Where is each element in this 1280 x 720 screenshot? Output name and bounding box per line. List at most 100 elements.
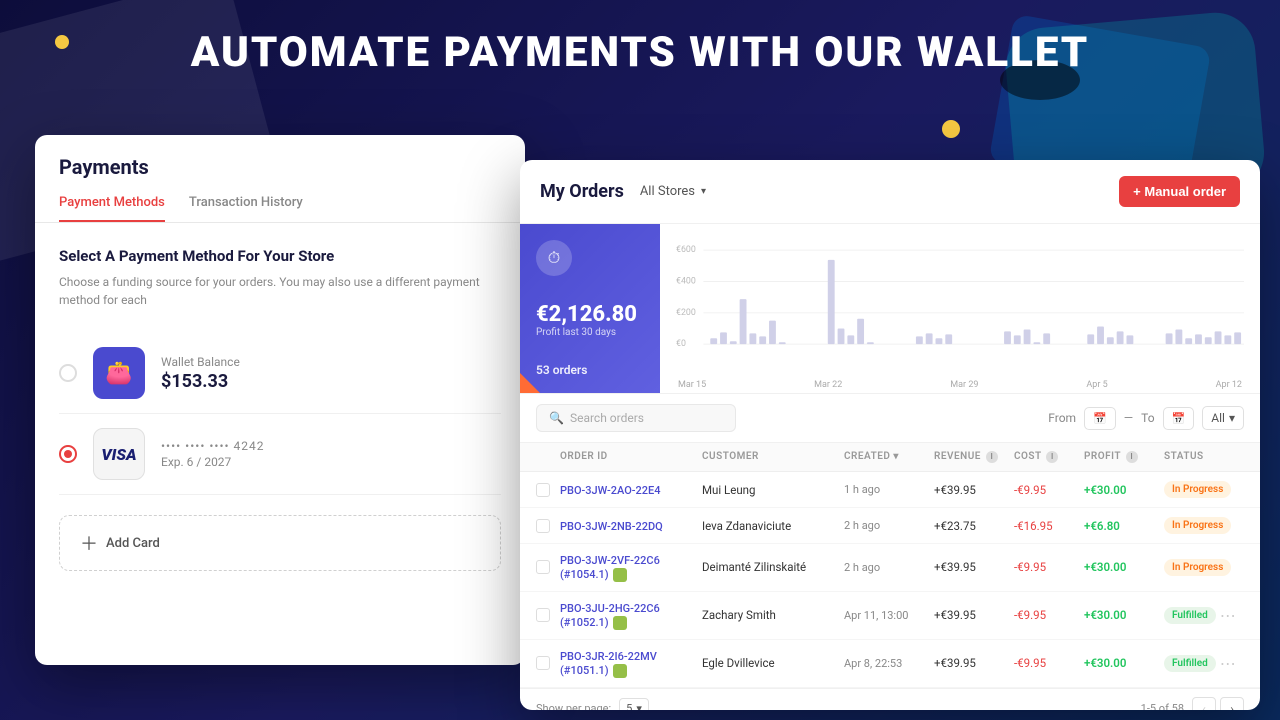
calendar-icon-2: 📅: [1172, 412, 1186, 425]
status-filter-value: All: [1211, 411, 1225, 425]
chart-label-apr12: Apr 12: [1216, 380, 1242, 390]
per-page-value: 5: [626, 702, 632, 710]
tab-transaction-history[interactable]: Transaction History: [189, 195, 303, 222]
order-id-link[interactable]: PBO-3JW-2NB-22DQ: [560, 520, 663, 533]
row-checkbox[interactable]: [536, 560, 550, 574]
col-created[interactable]: CREATED ▾: [844, 451, 934, 463]
profit-value: +€30.00: [1084, 656, 1164, 670]
add-card-label: Add Card: [106, 536, 160, 551]
created-time: Apr 8, 22:53: [844, 657, 934, 670]
created-time: 1 h ago: [844, 483, 934, 496]
status-badge: In Progress: [1164, 559, 1231, 576]
status-badge: Fulfilled: [1164, 607, 1216, 624]
revenue-chart: €600 €400 €200 €0: [676, 234, 1244, 374]
col-customer[interactable]: CUSTOMER: [702, 451, 844, 463]
customer-name: Ieva Zdanaviciute: [702, 519, 844, 533]
date-from-input[interactable]: 📅: [1084, 407, 1116, 430]
order-id-link[interactable]: PBO-3JW-2VF-22C6 (#1054.1): [560, 554, 660, 581]
profit-value: +€30.00: [1084, 608, 1164, 622]
section-desc: Choose a funding source for your orders.…: [59, 273, 501, 309]
status-filter-select[interactable]: All ▾: [1202, 406, 1244, 430]
row-menu[interactable]: ⋯: [1220, 654, 1236, 673]
order-id-link[interactable]: PBO-3JU-2HG-22C6 (#1052.1): [560, 602, 660, 629]
cost-value: -€9.95: [1014, 608, 1084, 622]
calendar-icon: 📅: [1093, 412, 1107, 425]
chart-label-apr5: Apr 5: [1086, 380, 1107, 390]
wallet-info: Wallet Balance $153.33: [161, 355, 501, 392]
plus-icon: ＋: [80, 530, 98, 556]
shopify-icon: [613, 616, 627, 630]
wallet-radio[interactable]: [59, 364, 77, 382]
svg-text:€600: €600: [676, 245, 696, 255]
wallet-icon: 👛: [93, 347, 145, 399]
table-body: PBO-3JW-2AO-22E4 Mui Leung 1 h ago +€39.…: [520, 472, 1260, 688]
page-info: 1-5 of 58: [1141, 702, 1184, 710]
col-revenue[interactable]: REVENUE i: [934, 451, 1014, 463]
created-time: 2 h ago: [844, 519, 934, 532]
per-page-label: Show per page:: [536, 702, 611, 710]
profit-card: ⏱ €2,126.80 Profit last 30 days 53 order…: [520, 224, 660, 393]
wallet-method-item[interactable]: 👛 Wallet Balance $153.33: [59, 333, 501, 414]
section-title: Select A Payment Method For Your Store: [59, 247, 501, 265]
cost-value: -€9.95: [1014, 483, 1084, 497]
order-id-link[interactable]: PBO-3JR-2I6-22MV (#1051.1): [560, 650, 657, 677]
card-info: •••• •••• •••• 4242 Exp. 6 / 2027: [161, 439, 501, 469]
chart-area: €600 €400 €200 €0: [660, 224, 1260, 393]
table-row: PBO-3JR-2I6-22MV (#1051.1) Egle Dvillevi…: [520, 640, 1260, 688]
row-menu[interactable]: ⋯: [1220, 606, 1236, 625]
row-checkbox[interactable]: [536, 519, 550, 533]
table-row: PBO-3JU-2HG-22C6 (#1052.1) Zachary Smith…: [520, 592, 1260, 640]
orders-panel: My Orders All Stores ▾ + Manual order ⏱ …: [520, 160, 1260, 710]
page-navigation: ‹ ›: [1192, 697, 1244, 710]
card-radio[interactable]: [59, 445, 77, 463]
filter-group: From 📅 — To 📅 All ▾: [1048, 406, 1244, 430]
col-cost[interactable]: COST i: [1014, 451, 1084, 463]
col-profit[interactable]: PROFIT i: [1084, 451, 1164, 463]
per-page-select[interactable]: 5 ▾: [619, 698, 649, 710]
cost-value: -€9.95: [1014, 656, 1084, 670]
payments-header: Payments: [35, 135, 525, 179]
card-number: •••• •••• •••• 4242: [161, 439, 501, 453]
customer-name: Deimanté Zilinskaité: [702, 560, 844, 574]
created-time: 2 h ago: [844, 561, 934, 574]
card-method-item[interactable]: VISA •••• •••• •••• 4242 Exp. 6 / 2027: [59, 414, 501, 495]
profit-value: +€6.80: [1084, 519, 1164, 533]
cost-value: -€9.95: [1014, 560, 1084, 574]
search-icon: 🔍: [549, 411, 564, 425]
revenue-value: +€39.95: [934, 560, 1014, 574]
order-id-link[interactable]: PBO-3JW-2AO-22E4: [560, 484, 661, 497]
row-checkbox[interactable]: [536, 656, 550, 670]
chart-x-labels: Mar 15 Mar 22 Mar 29 Apr 5 Apr 12: [676, 380, 1244, 390]
chart-label-mar15: Mar 15: [678, 380, 706, 390]
stats-row: ⏱ €2,126.80 Profit last 30 days 53 order…: [520, 224, 1260, 394]
row-checkbox[interactable]: [536, 483, 550, 497]
next-page-button[interactable]: ›: [1220, 697, 1244, 710]
table-row: PBO-3JW-2AO-22E4 Mui Leung 1 h ago +€39.…: [520, 472, 1260, 508]
table-header: ORDER ID CUSTOMER CREATED ▾ REVENUE i CO…: [520, 443, 1260, 472]
payments-panel: Payments Payment Methods Transaction His…: [35, 135, 525, 665]
manual-order-button[interactable]: + Manual order: [1119, 176, 1240, 207]
row-checkbox[interactable]: [536, 608, 550, 622]
tab-payment-methods[interactable]: Payment Methods: [59, 195, 165, 222]
triangle-decoration: [520, 373, 540, 393]
payments-body: Select A Payment Method For Your Store C…: [35, 223, 525, 595]
visa-icon: VISA: [93, 428, 145, 480]
search-filter-row: 🔍 Search orders From 📅 — To 📅 All ▾: [520, 394, 1260, 443]
profit-value: +€30.00: [1084, 483, 1164, 497]
revenue-value: +€39.95: [934, 608, 1014, 622]
col-order-id[interactable]: ORDER ID: [560, 451, 702, 463]
chevron-down-icon: ▾: [701, 186, 706, 197]
orders-header: My Orders All Stores ▾ + Manual order: [520, 160, 1260, 224]
col-status[interactable]: STATUS: [1164, 451, 1244, 463]
search-box[interactable]: 🔍 Search orders: [536, 404, 736, 432]
visa-logo: VISA: [101, 445, 136, 464]
prev-page-button[interactable]: ‹: [1192, 697, 1216, 710]
card-expiry: Exp. 6 / 2027: [161, 455, 501, 469]
store-selector[interactable]: All Stores ▾: [640, 184, 706, 199]
table-row: PBO-3JW-2VF-22C6 (#1054.1) Deimanté Zili…: [520, 544, 1260, 592]
customer-name: Mui Leung: [702, 483, 844, 497]
search-input[interactable]: Search orders: [570, 411, 644, 425]
date-to-input[interactable]: 📅: [1163, 407, 1195, 430]
pagination-row: Show per page: 5 ▾ 1-5 of 58 ‹ ›: [520, 688, 1260, 710]
add-card-button[interactable]: ＋ Add Card: [59, 515, 501, 571]
